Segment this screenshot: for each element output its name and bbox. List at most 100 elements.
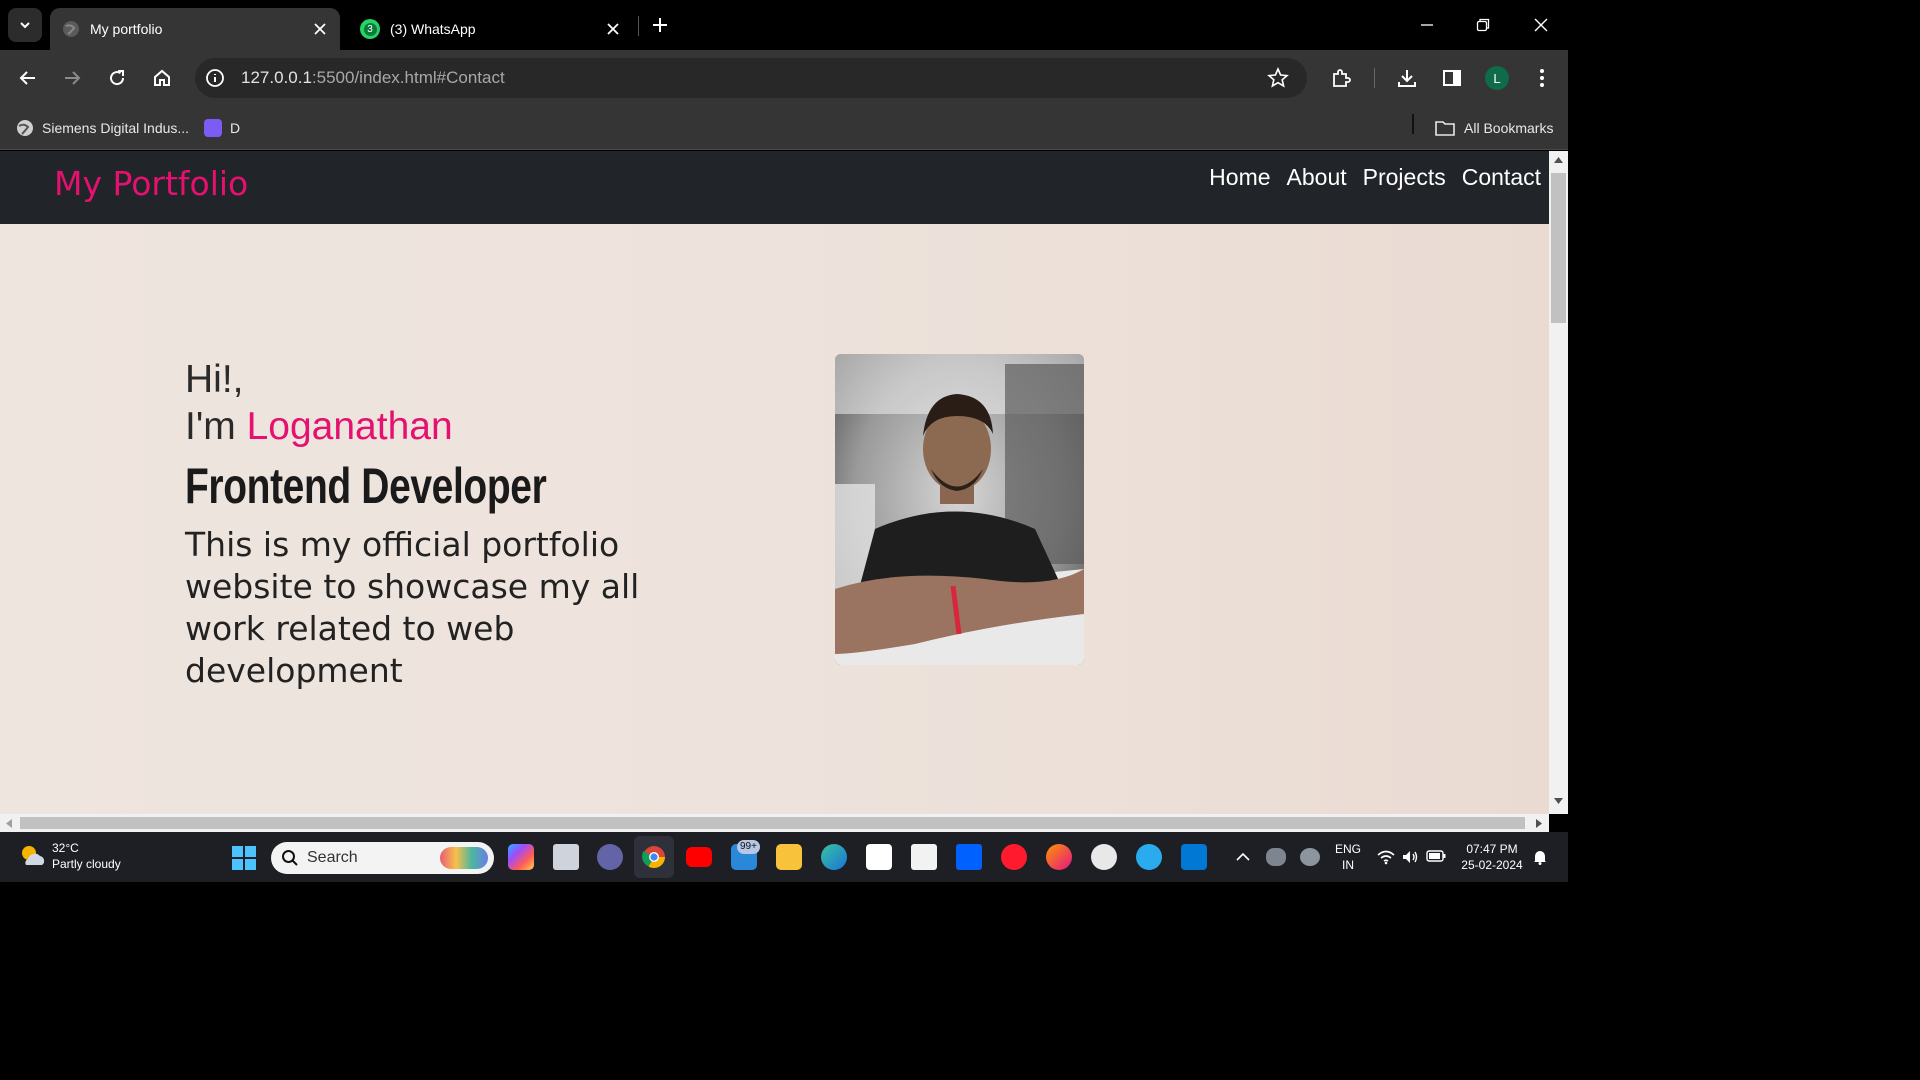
microsoft-store-icon[interactable]: [866, 844, 892, 870]
bookmarks-separator: [1412, 114, 1414, 134]
amazon-icon[interactable]: [911, 844, 937, 870]
language-code: ENG: [1334, 842, 1361, 856]
downloads-button[interactable]: [1393, 64, 1421, 92]
all-bookmarks-label: All Bookmarks: [1464, 120, 1554, 136]
developer-name: Loganathan: [246, 405, 453, 448]
language-region: IN: [1342, 858, 1354, 872]
kebab-menu-icon: [1540, 69, 1544, 87]
address-bar[interactable]: 127.0.0.1:5500/index.html#Contact: [195, 58, 1307, 98]
browser-toolbar: 127.0.0.1:5500/index.html#Contact: [0, 50, 1568, 106]
task-view-icon[interactable]: [553, 844, 579, 870]
site-menu: Home About Projects Contact: [1209, 164, 1541, 191]
copilot-icon[interactable]: [508, 844, 534, 870]
weather-widget[interactable]: 32°C Partly cloudy: [18, 840, 121, 872]
site-navbar: My Portfolio Home About Projects Contact: [0, 151, 1549, 224]
youtube-icon[interactable]: [686, 847, 712, 867]
nav-link-projects[interactable]: Projects: [1363, 164, 1446, 191]
back-button[interactable]: [14, 64, 42, 92]
bookmark-label: D: [230, 120, 241, 136]
profile-avatar[interactable]: L: [1485, 66, 1509, 90]
url-text[interactable]: 127.0.0.1:5500/index.html#Contact: [241, 68, 505, 88]
taskbar-search[interactable]: Search: [271, 842, 494, 874]
firefox-icon[interactable]: [1046, 844, 1072, 870]
mail-unread-badge: 99+: [737, 840, 760, 854]
bookmark-siemens[interactable]: Siemens Digital Indus...: [16, 116, 189, 140]
reload-icon: [110, 70, 125, 86]
restore-icon: [1476, 18, 1490, 32]
site-info-icon[interactable]: [205, 68, 225, 88]
tab-my-portfolio[interactable]: My portfolio: [50, 8, 340, 50]
hero-section: Hi!, I'm Loganathan Frontend Developer T…: [185, 356, 725, 692]
download-icon: [1398, 70, 1416, 87]
greeting-line1: Hi!,: [185, 358, 244, 401]
battery-icon[interactable]: [1426, 850, 1446, 862]
role-title: Frontend Developer: [185, 458, 547, 514]
scroll-down-icon[interactable]: [1553, 797, 1564, 805]
bookmark-d[interactable]: D: [204, 116, 240, 140]
reload-button[interactable]: [103, 64, 131, 92]
page-viewport: My Portfolio Home About Projects Contact…: [0, 151, 1549, 814]
clock-time: 07:47 PM: [1466, 842, 1518, 856]
site-logo[interactable]: My Portfolio: [54, 164, 248, 203]
clock-date: 25-02-2024: [1461, 858, 1523, 872]
chevron-up-icon[interactable]: [1236, 852, 1250, 862]
ghost-app-icon[interactable]: [1091, 844, 1117, 870]
scroll-up-icon[interactable]: [1553, 156, 1564, 164]
windows-taskbar: 32°C Partly cloudy Search 99+ ENG IN 07:…: [0, 832, 1568, 882]
nav-link-contact[interactable]: Contact: [1462, 164, 1541, 191]
sync-icon[interactable]: [1300, 848, 1320, 866]
notification-bell-icon[interactable]: [1533, 849, 1547, 865]
teams-icon[interactable]: [597, 844, 623, 870]
chrome-icon[interactable]: [642, 845, 666, 869]
menu-button[interactable]: [1528, 64, 1556, 92]
vertical-scroll-thumb[interactable]: [1551, 173, 1566, 323]
side-panel-button[interactable]: [1438, 64, 1466, 92]
bookmark-label: Siemens Digital Indus...: [42, 120, 190, 136]
vertical-scrollbar[interactable]: [1549, 151, 1568, 814]
globe-icon: [17, 120, 33, 136]
restore-button[interactable]: [1468, 10, 1498, 40]
home-icon: [154, 69, 170, 86]
nav-link-about[interactable]: About: [1287, 164, 1347, 191]
all-bookmarks-button[interactable]: All Bookmarks: [1434, 116, 1553, 140]
url-host: 127.0.0.1: [241, 68, 312, 87]
file-explorer-icon[interactable]: [776, 844, 802, 870]
onedrive-icon[interactable]: [1266, 848, 1286, 866]
plus-icon: [653, 18, 667, 32]
home-button[interactable]: [148, 64, 176, 92]
close-icon[interactable]: [601, 17, 625, 41]
nav-link-home[interactable]: Home: [1209, 164, 1270, 191]
whatsapp-icon: 3: [360, 19, 380, 39]
bookmarks-bar: Siemens Digital Indus... D All Bookmarks: [0, 106, 1568, 150]
windows-start-icon[interactable]: [232, 846, 256, 870]
close-icon[interactable]: [308, 17, 332, 41]
forward-button[interactable]: [58, 64, 86, 92]
scroll-left-icon[interactable]: [5, 818, 13, 829]
chevron-down-icon: [20, 22, 30, 29]
telegram-icon[interactable]: [1136, 844, 1162, 870]
extensions-button[interactable]: [1327, 64, 1355, 92]
star-icon[interactable]: [1267, 67, 1289, 89]
volume-icon[interactable]: [1401, 849, 1419, 865]
weather-condition: Partly cloudy: [52, 857, 121, 871]
horizontal-scroll-thumb[interactable]: [20, 817, 1525, 829]
vscode-icon[interactable]: [1181, 844, 1207, 870]
new-tab-button[interactable]: [648, 13, 672, 37]
tab-search-button[interactable]: [8, 8, 42, 42]
clock[interactable]: 07:47 PM 25-02-2024: [1456, 841, 1528, 873]
language-indicator[interactable]: ENG IN: [1333, 841, 1363, 873]
dropbox-icon[interactable]: [956, 844, 982, 870]
horizontal-scrollbar[interactable]: [0, 814, 1549, 832]
close-window-button[interactable]: [1526, 10, 1556, 40]
opera-icon[interactable]: [1001, 844, 1027, 870]
tab-whatsapp[interactable]: 3 (3) WhatsApp: [348, 8, 633, 50]
minimize-button[interactable]: [1412, 10, 1442, 40]
globe-icon: [63, 21, 79, 37]
puzzle-icon: [1333, 69, 1351, 87]
search-icon: [282, 850, 298, 866]
scroll-right-icon[interactable]: [1535, 818, 1543, 829]
tab-title: (3) WhatsApp: [390, 21, 476, 37]
wifi-icon[interactable]: [1377, 849, 1395, 865]
twitch-icon: [204, 119, 222, 137]
edge-icon[interactable]: [821, 844, 847, 870]
